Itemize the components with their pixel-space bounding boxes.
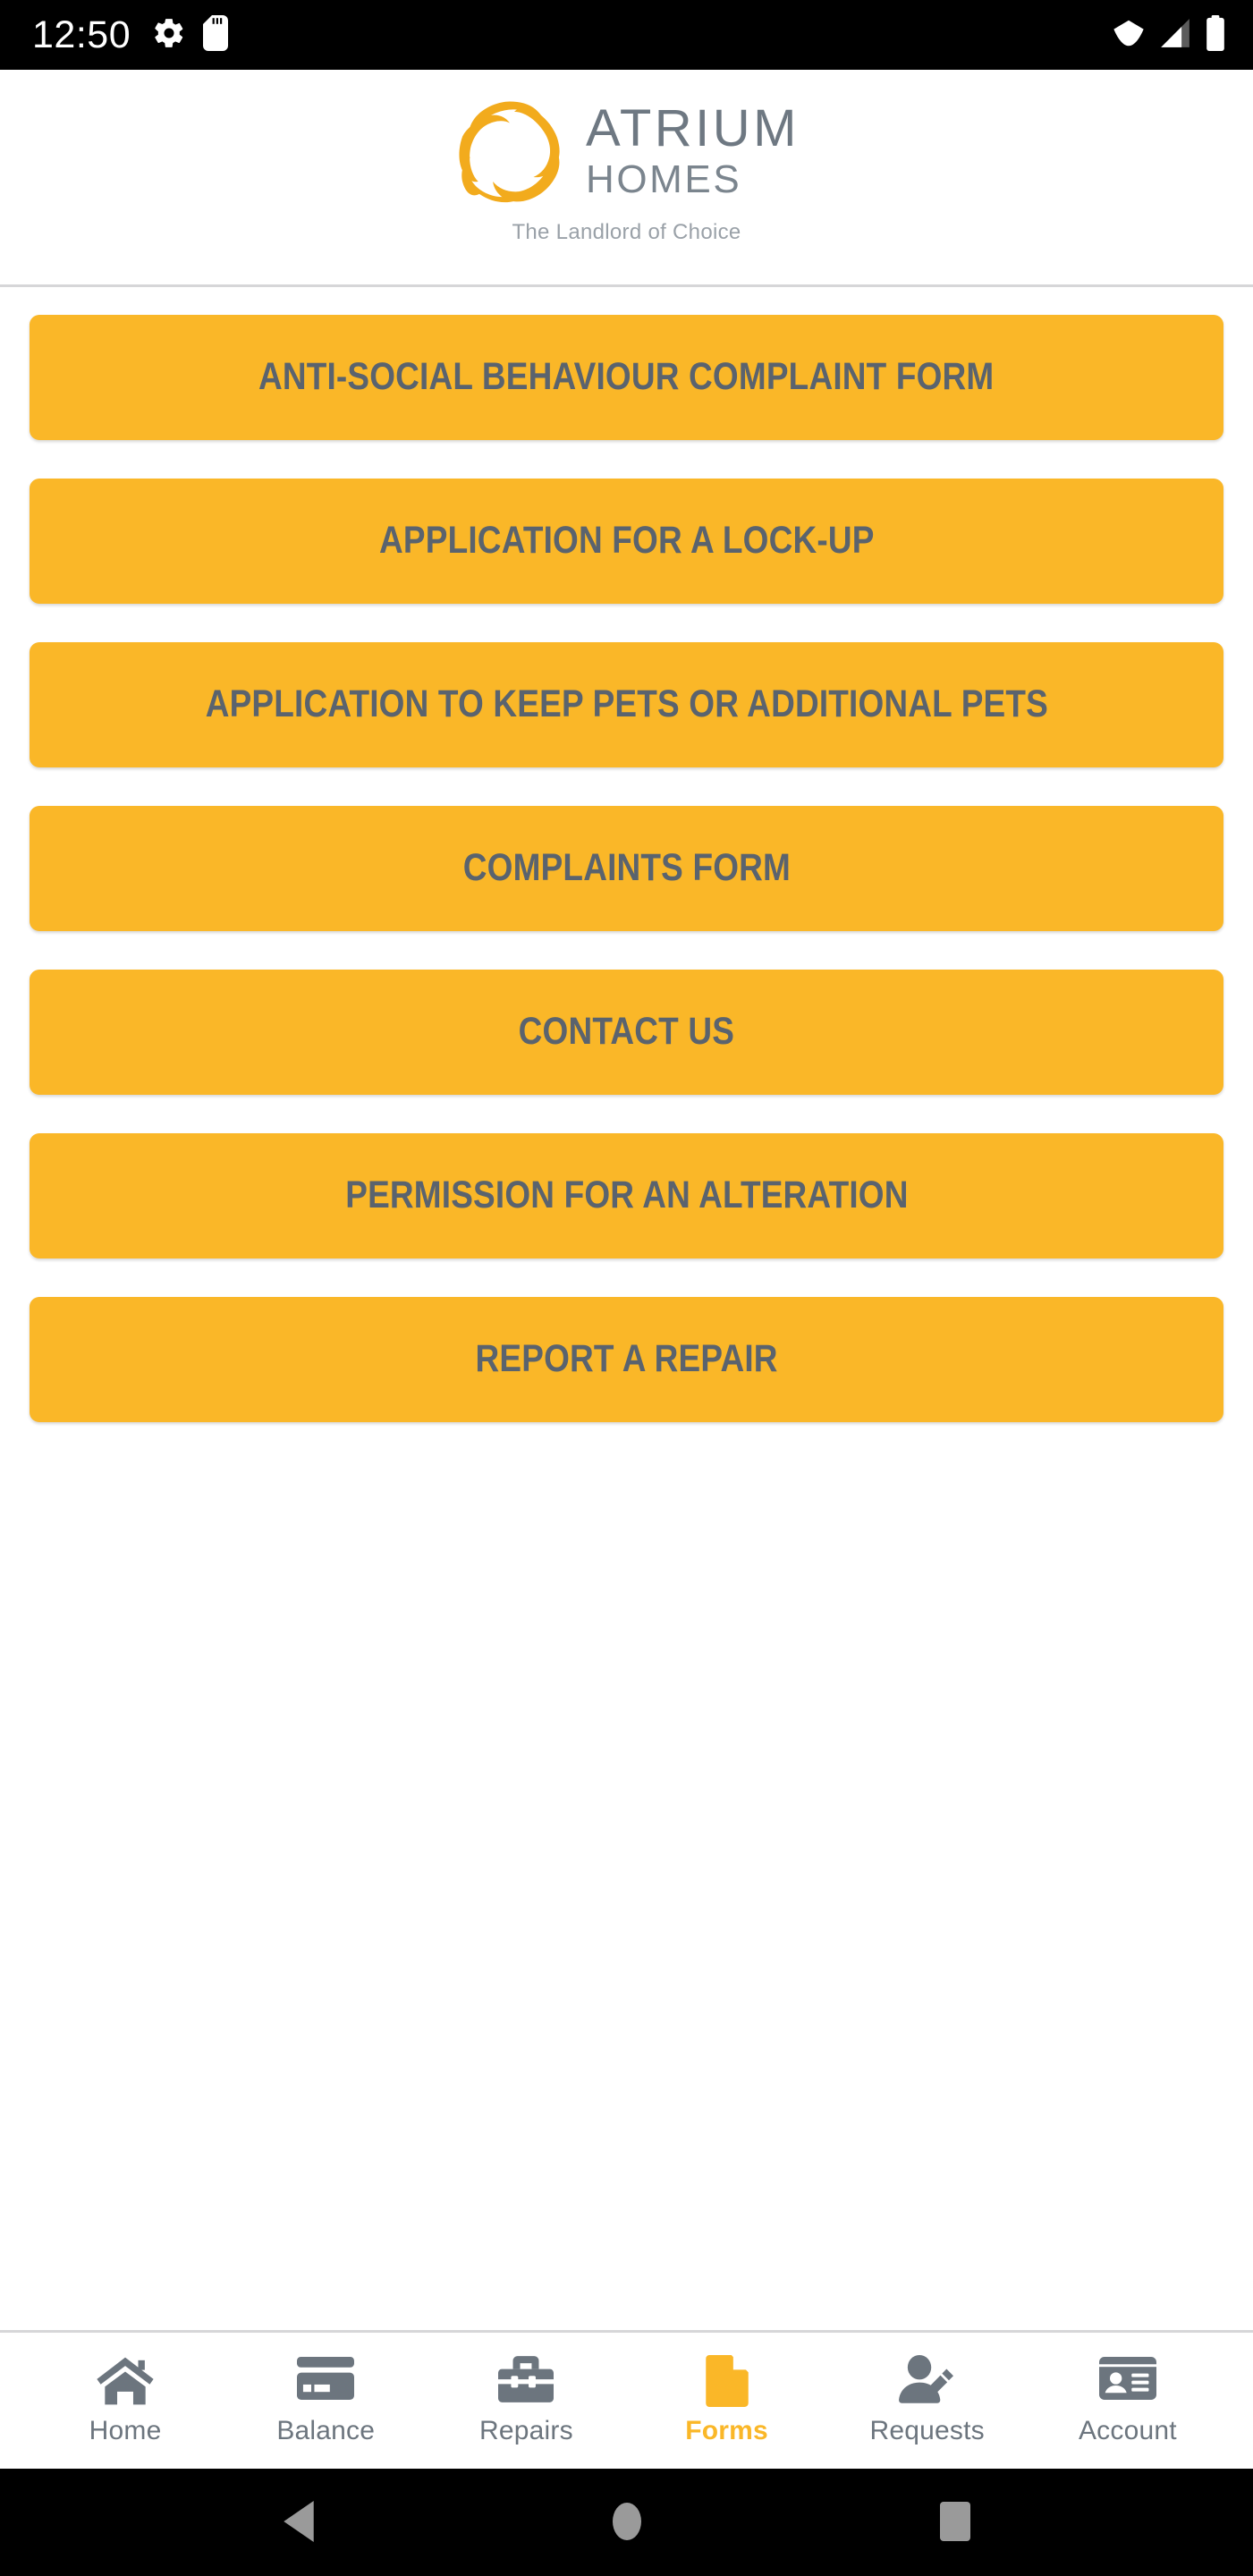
credit-card-icon — [297, 2355, 355, 2407]
tab-home[interactable]: Home — [58, 2355, 192, 2446]
form-button-contact-us[interactable]: CONTACT US — [30, 970, 1223, 1095]
document-page-icon — [698, 2355, 756, 2407]
android-system-nav — [0, 2469, 1253, 2576]
form-button-report-a-repair[interactable]: REPORT A REPAIR — [30, 1297, 1223, 1422]
app-screen: 12:50 ATRIUM HOMES The Landlord of Choic… — [0, 0, 1253, 2576]
tab-account[interactable]: Account — [1061, 2355, 1195, 2446]
person-pencil-icon — [898, 2355, 956, 2407]
tab-requests[interactable]: Requests — [860, 2355, 995, 2446]
brand-name-primary: ATRIUM — [585, 99, 800, 158]
form-button-label: COMPLAINTS FORM — [462, 846, 791, 890]
battery-icon — [1205, 14, 1226, 55]
form-button-complaints-form[interactable]: COMPLAINTS FORM — [30, 806, 1223, 931]
circle-icon — [609, 2501, 645, 2545]
wifi-icon — [1112, 16, 1146, 55]
tab-label: Home — [89, 2416, 162, 2445]
home-button[interactable] — [573, 2469, 681, 2576]
form-button-label: REPORT A REPAIR — [475, 1337, 778, 1381]
tab-label: Account — [1078, 2416, 1177, 2445]
form-button-anti-social-behaviour-complaint[interactable]: ANTI-SOCIAL BEHAVIOUR COMPLAINT FORM — [30, 315, 1223, 440]
brand-wordmark: ATRIUM HOMES — [586, 100, 800, 201]
tab-forms[interactable]: Forms — [660, 2355, 794, 2446]
tab-label: Forms — [685, 2416, 768, 2445]
house-icon — [97, 2355, 154, 2407]
brand-name-secondary: HOMES — [585, 157, 742, 202]
tab-repairs[interactable]: Repairs — [459, 2355, 593, 2446]
atrium-swirl-logo-icon — [453, 95, 566, 208]
form-button-label: APPLICATION FOR A LOCK-UP — [378, 519, 875, 563]
form-button-permission-for-an-alteration[interactable]: PERMISSION FOR AN ALTERATION — [30, 1133, 1223, 1258]
brand-tagline: The Landlord of Choice — [512, 220, 741, 244]
forms-list: ANTI-SOCIAL BEHAVIOUR COMPLAINT FORM APP… — [0, 287, 1253, 2330]
recents-button[interactable] — [902, 2469, 1009, 2576]
gear-icon — [152, 16, 186, 55]
form-button-label: ANTI-SOCIAL BEHAVIOUR COMPLAINT FORM — [258, 355, 995, 399]
form-button-label: CONTACT US — [518, 1010, 735, 1054]
app-header: ATRIUM HOMES The Landlord of Choice — [0, 70, 1253, 287]
form-button-application-for-a-lock-up[interactable]: APPLICATION FOR A LOCK-UP — [30, 479, 1223, 604]
tab-label: Requests — [869, 2416, 985, 2445]
status-left-icon-group — [152, 14, 229, 55]
back-button[interactable] — [245, 2469, 352, 2576]
cellular-signal-icon — [1158, 16, 1192, 55]
id-card-icon — [1098, 2355, 1156, 2407]
sd-card-icon — [202, 14, 229, 55]
form-button-label: APPLICATION TO KEEP PETS OR ADDITIONAL P… — [205, 682, 1048, 726]
form-button-application-to-keep-pets[interactable]: APPLICATION TO KEEP PETS OR ADDITIONAL P… — [30, 642, 1223, 767]
status-right-icon-group — [1112, 14, 1226, 55]
brand-logo: ATRIUM HOMES — [453, 95, 800, 208]
tab-label: Repairs — [479, 2416, 573, 2445]
tab-label: Balance — [276, 2416, 376, 2445]
form-button-label: PERMISSION FOR AN ALTERATION — [344, 1174, 909, 1217]
tab-balance[interactable]: Balance — [258, 2355, 393, 2446]
bottom-tab-bar: Home Balance Repairs Forms Requests Acco… — [0, 2330, 1253, 2469]
status-clock: 12:50 — [32, 13, 131, 56]
toolbox-icon — [497, 2355, 555, 2407]
square-icon — [939, 2501, 970, 2545]
status-bar: 12:50 — [0, 0, 1253, 70]
triangle-left-icon — [280, 2500, 317, 2545]
